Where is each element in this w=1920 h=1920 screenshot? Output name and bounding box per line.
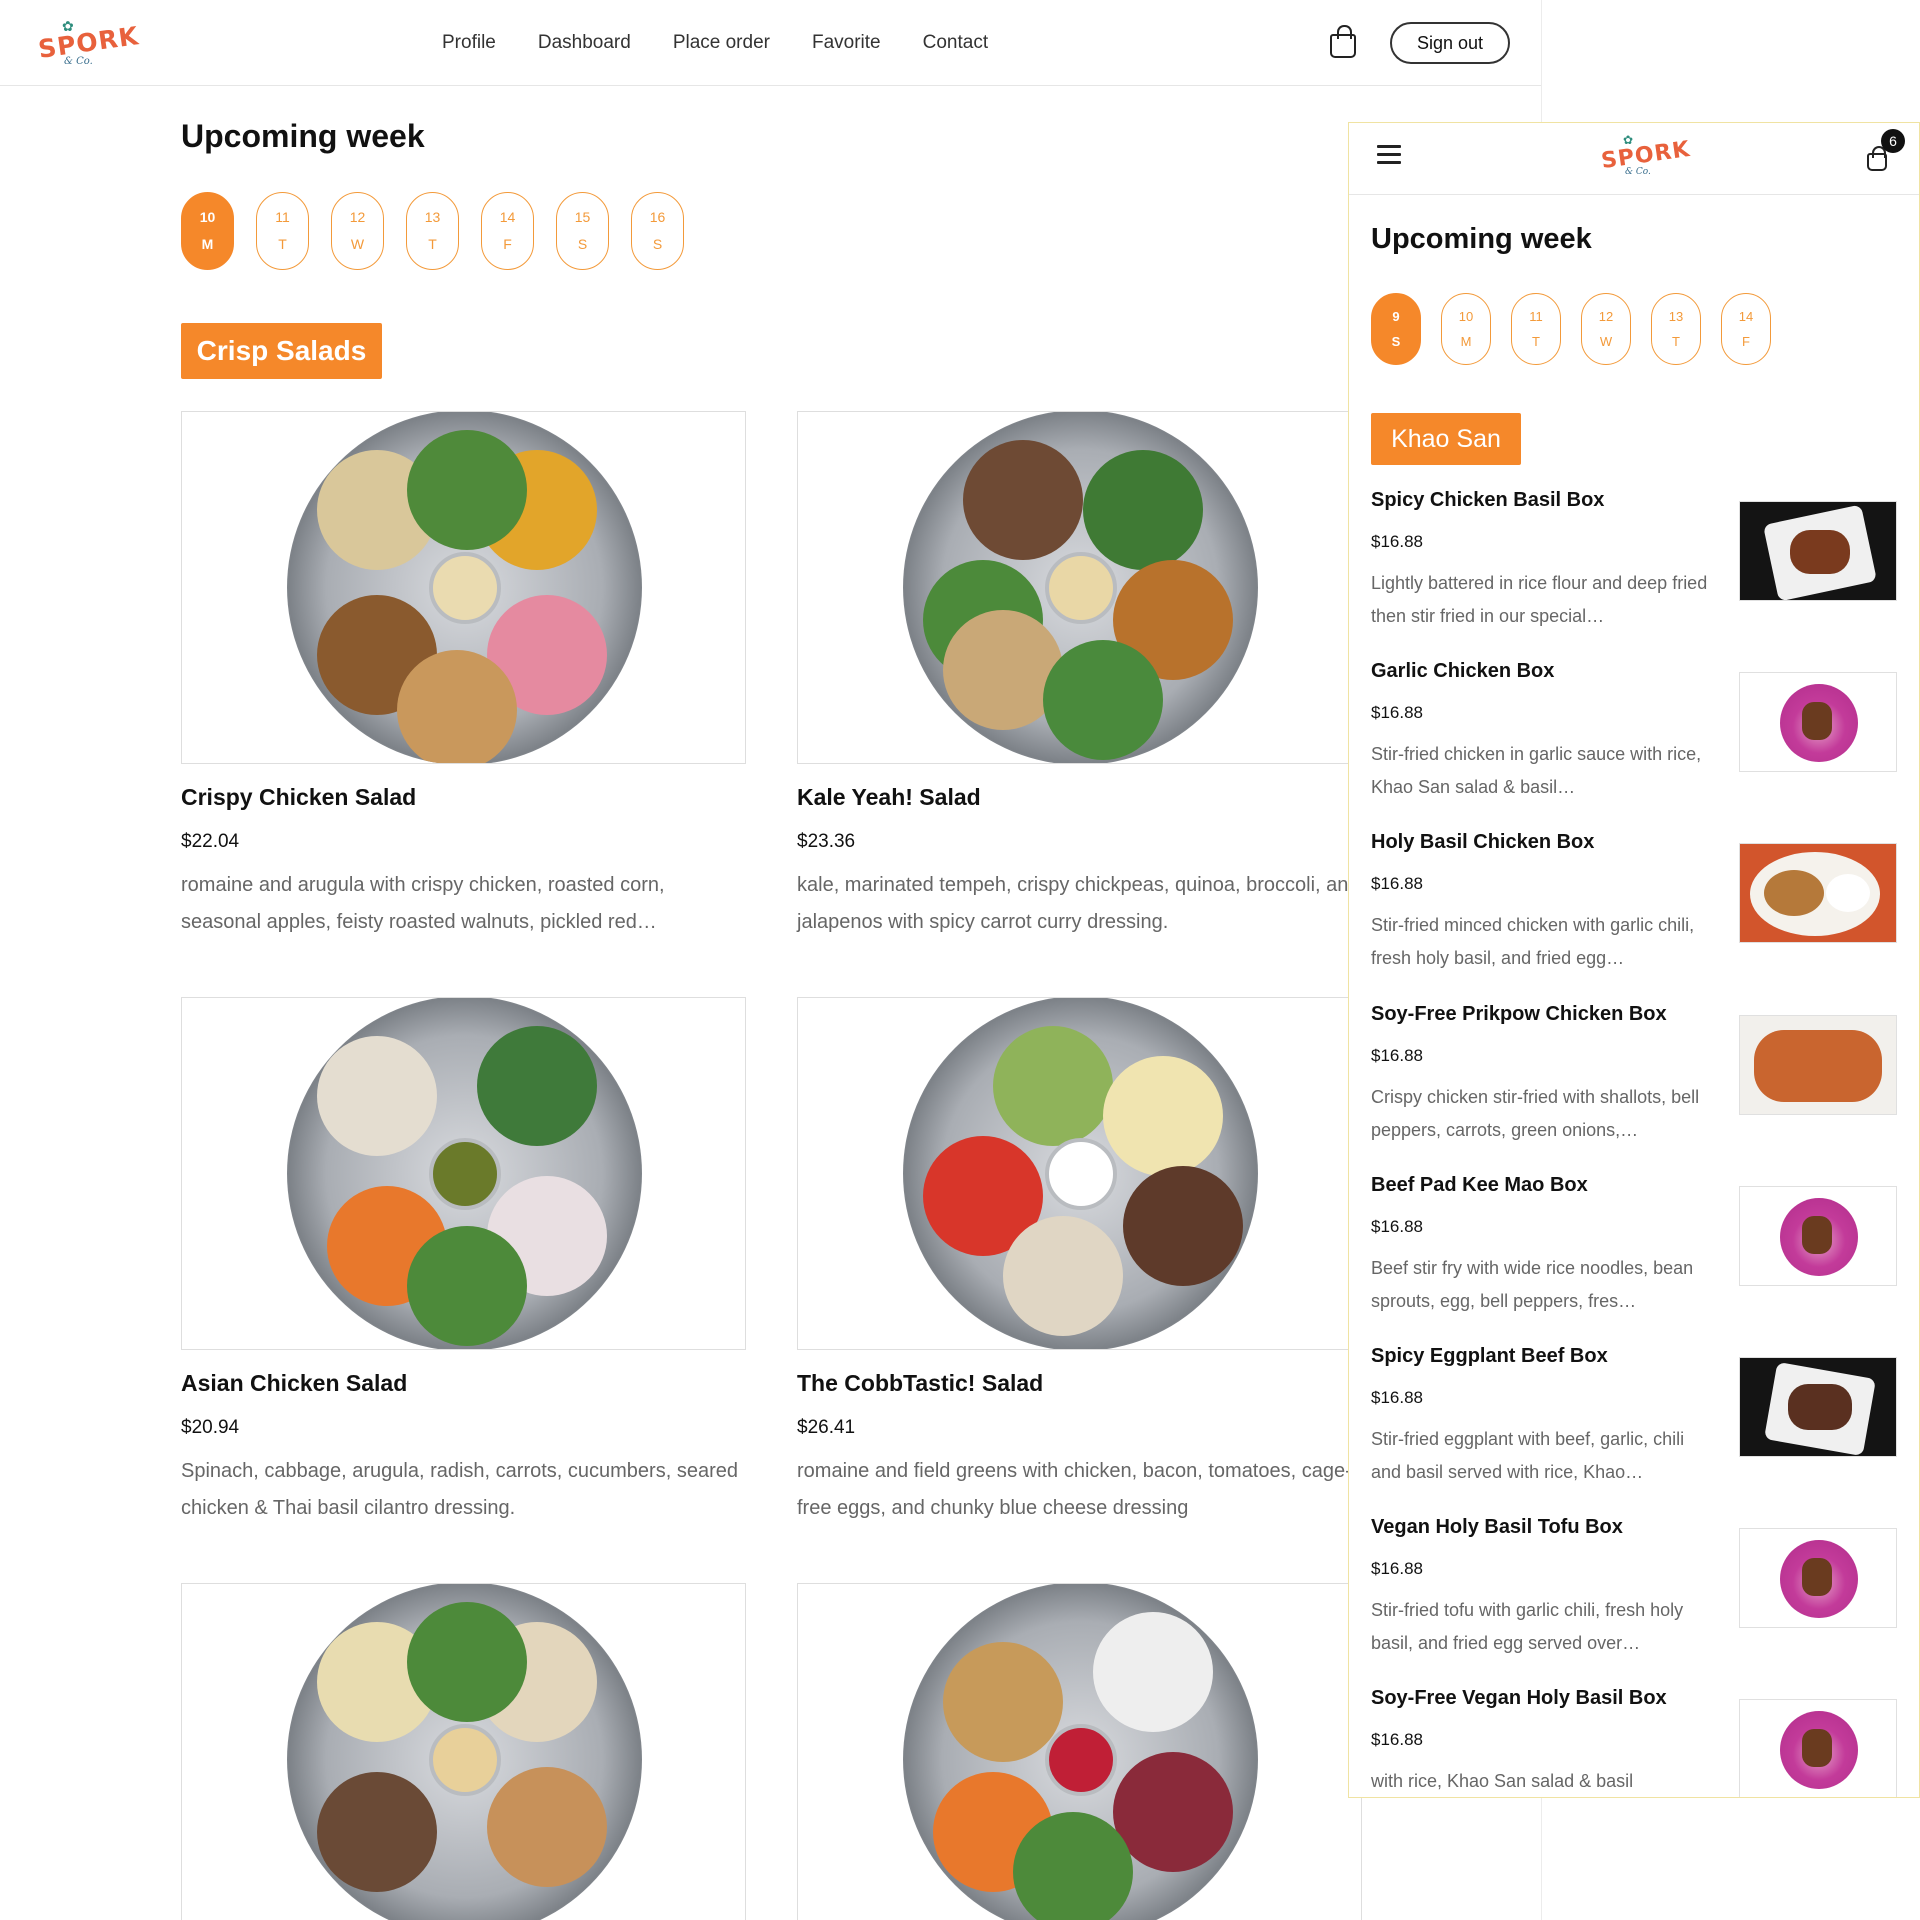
mobile-header: ✿ SPORK & Co. 6: [1349, 123, 1919, 195]
day-pill[interactable]: 11 T: [256, 192, 309, 270]
menu-item-card[interactable]: The CobbTastic! Salad $26.41 romaine and…: [797, 997, 1362, 1527]
item-price: $26.41: [797, 1417, 856, 1438]
list-item[interactable]: Spicy Chicken Basil Box $16.88 Lightly b…: [1371, 489, 1897, 661]
khao-san-logo-image: [1739, 1699, 1897, 1797]
list-item[interactable]: Beef Pad Kee Mao Box $16.88 Beef stir fr…: [1371, 1174, 1897, 1346]
item-name: The CobbTastic! Salad: [797, 1370, 1044, 1396]
list-item[interactable]: Holy Basil Chicken Box $16.88 Stir-fried…: [1371, 831, 1897, 1003]
day-selector: 9S 10 M 11 T 12 W 13 T 14 F: [1371, 293, 1771, 365]
day-pill[interactable]: 10 M: [181, 192, 234, 270]
day-pill[interactable]: 12 W: [1581, 293, 1631, 365]
menu-item-card[interactable]: Kale Yeah! Salad $23.36 kale, marinated …: [797, 411, 1362, 941]
item-description: with rice, Khao San salad & basil: [1371, 1771, 1634, 1791]
page-title: Upcoming week: [1371, 223, 1592, 255]
spork-logo[interactable]: ✿ SPORK & Co.: [1600, 133, 1692, 181]
mobile-view: ✿ SPORK & Co. 6 Upcoming week 9S 10 M 11 T…: [1348, 122, 1920, 1798]
nav-place-order[interactable]: Place order: [673, 32, 770, 54]
list-item[interactable]: Soy-Free Vegan Holy Basil Box $16.88 wit…: [1371, 1687, 1897, 1797]
day-pill[interactable]: 16 S: [631, 192, 684, 270]
nav-dashboard[interactable]: Dashboard: [538, 32, 631, 54]
day-pill[interactable]: 9S: [1371, 293, 1421, 365]
cart-count-badge: 6: [1881, 129, 1905, 153]
item-description: romaine and field greens with chicken, b…: [797, 1460, 1352, 1519]
list-item[interactable]: Soy-Free Prikpow Chicken Box $16.88 Cris…: [1371, 1003, 1897, 1175]
nav-profile[interactable]: Profile: [442, 32, 496, 54]
item-name: Crispy Chicken Salad: [181, 784, 417, 810]
list-item[interactable]: Vegan Holy Basil Tofu Box $16.88 Stir-fr…: [1371, 1516, 1897, 1688]
item-description: romaine and arugula with crispy chicken,…: [181, 874, 665, 933]
spork-logo[interactable]: ✿ SPORK & Co.: [36, 18, 140, 68]
item-description: Stir-fried tofu with garlic chili, fresh…: [1371, 1600, 1684, 1653]
nav-contact[interactable]: Contact: [923, 32, 988, 54]
item-description: Stir-fried minced chicken with garlic ch…: [1371, 915, 1695, 968]
item-name: Asian Chicken Salad: [181, 1370, 408, 1396]
day-pill[interactable]: 11 T: [1511, 293, 1561, 365]
list-item[interactable]: Spicy Eggplant Beef Box $16.88 Stir-frie…: [1371, 1345, 1897, 1517]
item-description: Crispy chicken stir-fried with shallots,…: [1371, 1087, 1700, 1140]
category-label: Crisp Salads: [181, 323, 382, 379]
item-photo: [1739, 843, 1897, 943]
item-price: $23.36: [797, 831, 856, 852]
item-photo: [1739, 1357, 1897, 1457]
salad-bowl-image: [797, 1583, 1362, 1920]
khao-san-logo-image: [1739, 1528, 1897, 1628]
menu-item-card[interactable]: Asian Chicken Salad $20.94 Spinach, cabb…: [181, 997, 746, 1527]
day-pill[interactable]: 12 W: [331, 192, 384, 270]
list-item[interactable]: Garlic Chicken Box $16.88 Stir-fried chi…: [1371, 660, 1897, 832]
day-pill[interactable]: 10 M: [1441, 293, 1491, 365]
khao-san-logo-image: [1739, 672, 1897, 772]
item-photo: [1739, 1015, 1897, 1115]
salad-bowl-image: [181, 997, 746, 1350]
hamburger-menu-icon[interactable]: [1377, 145, 1401, 165]
shopping-bag-icon[interactable]: [1867, 146, 1887, 171]
item-description: kale, marinated tempeh, crispy chickpeas…: [797, 874, 1360, 933]
page-title: Upcoming week: [181, 118, 425, 154]
sign-out-button[interactable]: Sign out: [1390, 22, 1510, 64]
nav-favorite[interactable]: Favorite: [812, 32, 881, 54]
day-pill[interactable]: 14 F: [481, 192, 534, 270]
item-photo: [1739, 501, 1897, 601]
day-selector: 10 M 11 T 12 W 13 T 14 F 15 S 16 S: [181, 192, 684, 270]
salad-bowl-image: [181, 1583, 746, 1920]
top-navigation-bar: ✿ SPORK & Co. Profile Dashboard Place or…: [0, 0, 1541, 86]
day-pill[interactable]: 13 T: [406, 192, 459, 270]
menu-item-card[interactable]: [797, 1583, 1362, 1920]
khao-san-logo-image: [1739, 1186, 1897, 1286]
main-nav: Profile Dashboard Place order Favorite C…: [442, 32, 988, 54]
menu-item-card[interactable]: Crispy Chicken Salad $22.04 romaine and …: [181, 411, 746, 941]
day-pill[interactable]: 15 S: [556, 192, 609, 270]
day-pill[interactable]: 13 T: [1651, 293, 1701, 365]
salad-bowl-image: [797, 997, 1362, 1350]
item-description: Lightly battered in rice flour and deep …: [1371, 573, 1708, 626]
salad-bowl-image: [797, 411, 1362, 764]
menu-item-card[interactable]: [181, 1583, 746, 1920]
day-pill[interactable]: 14 F: [1721, 293, 1771, 365]
desktop-view: ✿ SPORK & Co. Profile Dashboard Place or…: [0, 0, 1542, 1920]
item-name: Kale Yeah! Salad: [797, 784, 981, 810]
item-description: Stir-fried eggplant with beef, garlic, c…: [1371, 1429, 1685, 1482]
category-label: Khao San: [1371, 413, 1521, 465]
item-price: $20.94: [181, 1417, 240, 1438]
shopping-bag-icon[interactable]: [1330, 25, 1356, 58]
item-description: Stir-fried chicken in garlic sauce with …: [1371, 744, 1702, 797]
item-description: Beef stir fry with wide rice noodles, be…: [1371, 1258, 1694, 1311]
item-price: $22.04: [181, 831, 240, 852]
item-description: Spinach, cabbage, arugula, radish, carro…: [181, 1460, 738, 1519]
salad-bowl-image: [181, 411, 746, 764]
